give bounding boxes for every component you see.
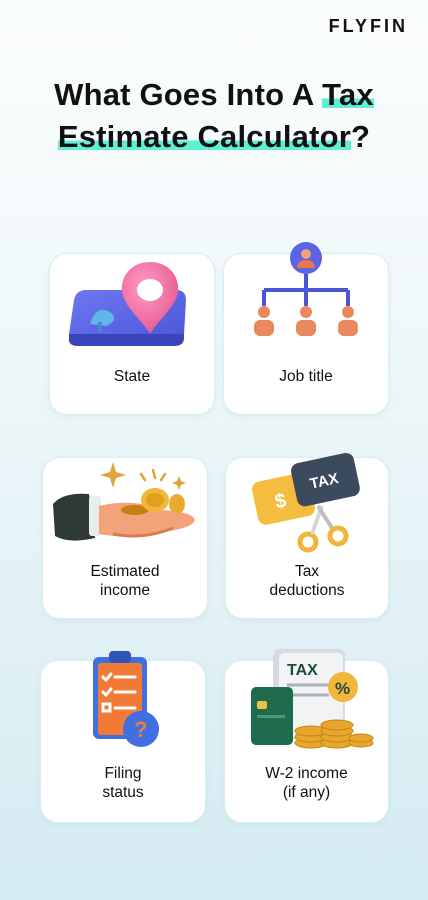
title-end: ?: [351, 119, 371, 154]
card-label: Job title: [279, 368, 333, 385]
title-part1: What Goes Into A: [54, 77, 323, 112]
card-label: Estimated income: [90, 563, 160, 599]
card-label: Filing status: [102, 765, 144, 801]
title-highlight-1: Tax: [322, 77, 374, 112]
card-state: State: [49, 253, 215, 415]
card-label: Tax deductions: [269, 563, 345, 599]
tax-scissors-icon: $ TAX: [252, 452, 360, 553]
page-title: What Goes Into A Tax Estimate Calculator…: [0, 74, 428, 158]
tax-document-coins-icon: TAX %: [251, 649, 374, 749]
card-filing-status: ? Filing status: [40, 651, 206, 823]
svg-text:TAX: TAX: [287, 662, 318, 679]
card-estimated-income: Estimated income: [42, 457, 208, 619]
svg-text:%: %: [335, 679, 350, 698]
title-highlight-2: Estimate Calculator: [57, 119, 352, 154]
clipboard-question-icon: ?: [93, 651, 159, 747]
map-pin-icon: [68, 262, 186, 346]
card-label: State: [113, 368, 151, 385]
svg-text:?: ?: [134, 717, 147, 742]
card-job-title: Job title: [223, 242, 389, 415]
card-w2-income: TAX % W-2 income (if any): [224, 649, 389, 823]
card-label: W-2 income (if any): [265, 765, 348, 801]
hand-coins-icon: [53, 462, 195, 541]
card-tax-deductions: $ TAX Tax deductions: [225, 452, 389, 619]
brand-logo: FLYFIN: [328, 16, 408, 36]
org-chart-icon: [254, 242, 358, 336]
